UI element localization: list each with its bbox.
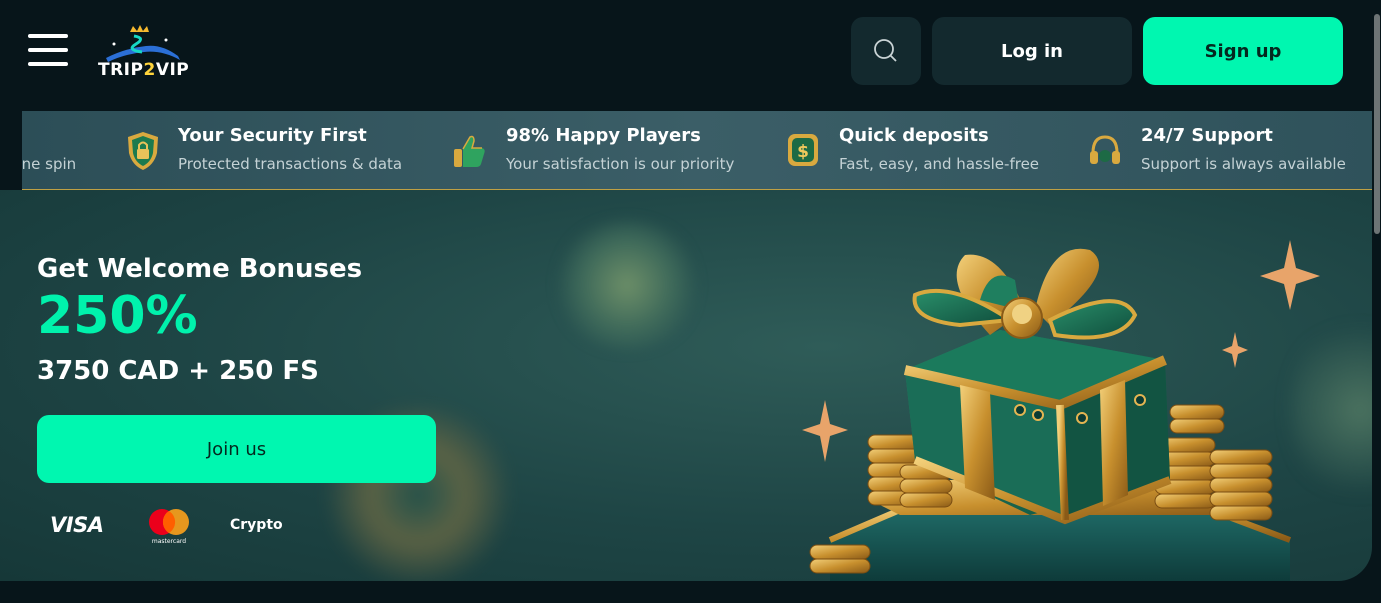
signup-button[interactable]: Sign up xyxy=(1143,17,1343,85)
scrollbar-thumb[interactable] xyxy=(1374,14,1380,234)
feature-subtitle: Protected transactions & data xyxy=(178,155,403,173)
hero-banner: Get Welcome Bonuses 250% 3750 CAD + 250 … xyxy=(0,190,1372,581)
dollar-coin-icon: $ xyxy=(788,134,818,166)
logo-crown-road-icon xyxy=(106,25,180,62)
logo[interactable]: TRIP2VIP xyxy=(96,22,190,82)
headset-icon xyxy=(1090,135,1120,164)
feature-title: Your Security First xyxy=(178,125,367,146)
mastercard-icon xyxy=(149,509,189,535)
search-icon xyxy=(874,39,897,62)
feature-title: 98% Happy Players xyxy=(506,125,701,146)
svg-text:$: $ xyxy=(797,142,809,162)
feature-title: Quick deposits xyxy=(839,125,989,146)
decorative-blur xyxy=(552,220,702,350)
feature-subtitle: Support is always available xyxy=(1141,155,1346,173)
visa-logo: VISA xyxy=(50,513,104,537)
crypto-label: Crypto xyxy=(230,517,283,533)
bonus-percent: 250% xyxy=(37,286,198,346)
login-button[interactable]: Log in xyxy=(932,17,1132,85)
mastercard-logo: mastercard xyxy=(146,508,192,548)
bonus-amount: 3750 CAD + 250 FS xyxy=(37,356,319,386)
feature-title: 24/7 Support xyxy=(1141,125,1273,146)
thumbs-up-icon xyxy=(454,135,485,167)
hero-title: Get Welcome Bonuses xyxy=(37,254,363,284)
feature-subtitle: Fast, easy, and hassle-free xyxy=(839,155,1040,173)
logo-text: TRIP2VIP xyxy=(98,60,190,80)
search-button[interactable] xyxy=(851,17,921,85)
menu-icon[interactable] xyxy=(28,32,68,68)
features-carousel: R in one spin Your Security First Protec… xyxy=(22,111,1372,190)
gift-box-illustration xyxy=(802,240,1320,581)
header: TRIP2VIP Log in Sign up xyxy=(0,0,1381,110)
feature-subtitle: Your satisfaction is our priority xyxy=(506,155,735,173)
page-bottom xyxy=(0,581,1372,603)
shield-lock-icon xyxy=(128,132,158,170)
join-button[interactable]: Join us xyxy=(37,415,436,483)
